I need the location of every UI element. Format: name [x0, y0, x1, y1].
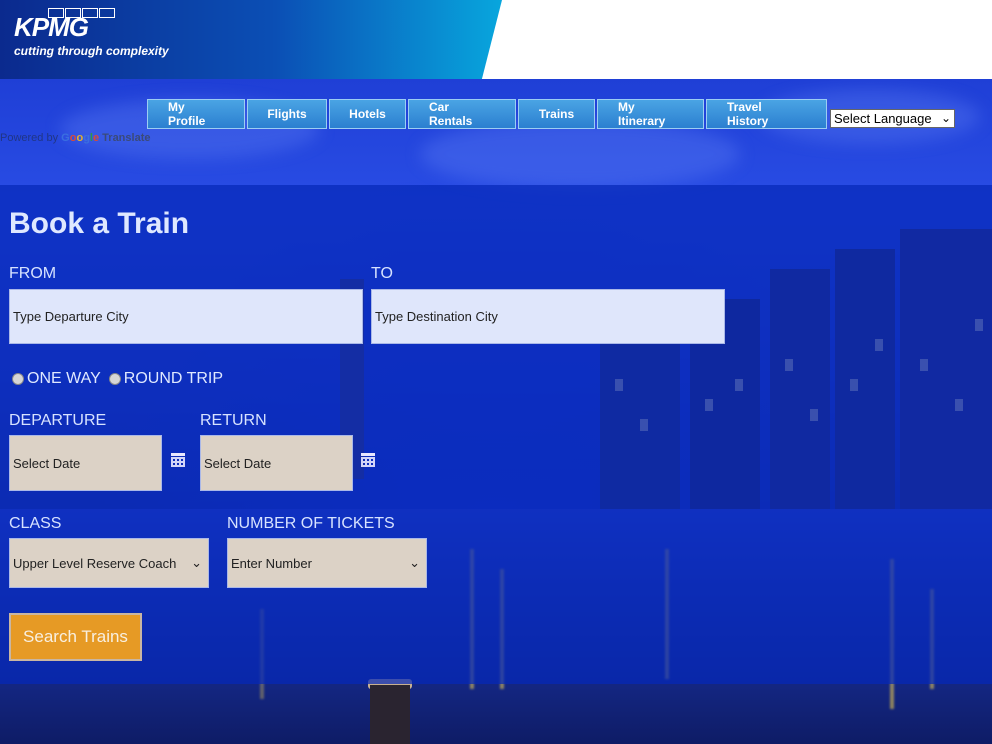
nav-car-rentals[interactable]: Car Rentals [408, 99, 516, 129]
round-trip-label[interactable]: ROUND TRIP [124, 370, 223, 388]
chevron-down-icon: ⌄ [191, 555, 202, 570]
brand-band: KPMG cutting through complexity [0, 0, 502, 79]
nav-my-itinerary[interactable]: My Itinerary [597, 99, 704, 129]
from-city-placeholder: Type Departure City [13, 309, 129, 324]
powered-by-text: Powered by [0, 132, 59, 144]
one-way-radio[interactable] [12, 373, 24, 385]
to-city-placeholder: Type Destination City [375, 309, 498, 324]
from-city-input[interactable]: Type Departure City [9, 289, 363, 344]
class-label: CLASS [9, 515, 62, 532]
nav-flights[interactable]: Flights [247, 99, 327, 129]
tickets-select[interactable]: Enter Number ⌄ [227, 538, 427, 588]
page-title: Book a Train [9, 207, 190, 240]
google-logo-icon: Google [61, 132, 100, 144]
trip-type-group: ONE WAY ROUND TRIP [12, 370, 223, 388]
tickets-select-value: Enter Number [231, 555, 312, 571]
nav-my-profile[interactable]: My Profile [147, 99, 245, 129]
class-select-value: Upper Level Reserve Coach [13, 555, 177, 571]
booking-panel: Book a Train FROM Type Departure City TO… [0, 185, 992, 684]
language-select-value: Select Language [834, 111, 932, 126]
from-label: FROM [9, 265, 57, 282]
tickets-label: NUMBER OF TICKETS [227, 515, 395, 532]
to-label: TO [371, 265, 393, 282]
tagline: cutting through complexity [14, 44, 169, 58]
return-label: RETURN [200, 412, 267, 429]
departure-date-input[interactable]: Select Date [9, 435, 162, 491]
chevron-down-icon: ⌄ [940, 111, 951, 125]
departure-date-placeholder: Select Date [13, 455, 81, 471]
main-nav: My Profile Flights Hotels Car Rentals Tr… [147, 99, 827, 129]
round-trip-radio[interactable] [108, 373, 121, 385]
nav-trains[interactable]: Trains [518, 99, 595, 129]
search-trains-button[interactable]: Search Trains [9, 613, 142, 661]
return-date-input[interactable]: Select Date [200, 435, 353, 491]
departure-label: DEPARTURE [9, 412, 107, 429]
language-select[interactable]: Select Language ⌄ [830, 109, 955, 128]
kpmg-logo[interactable]: KPMG cutting through complexity [14, 8, 169, 58]
return-date-placeholder: Select Date [204, 455, 272, 471]
calendar-icon[interactable] [361, 453, 375, 467]
one-way-label[interactable]: ONE WAY [27, 370, 101, 388]
translate-link[interactable]: Translate [102, 132, 150, 144]
google-translate-credit: Powered by Google Translate [0, 132, 150, 144]
nav-hotels[interactable]: Hotels [329, 99, 406, 129]
to-city-input[interactable]: Type Destination City [371, 289, 725, 344]
calendar-icon[interactable] [171, 453, 185, 467]
nav-travel-history[interactable]: Travel History [706, 99, 827, 129]
class-select[interactable]: Upper Level Reserve Coach ⌄ [9, 538, 209, 588]
header: KPMG cutting through complexity [0, 0, 992, 79]
chevron-down-icon: ⌄ [409, 555, 420, 570]
